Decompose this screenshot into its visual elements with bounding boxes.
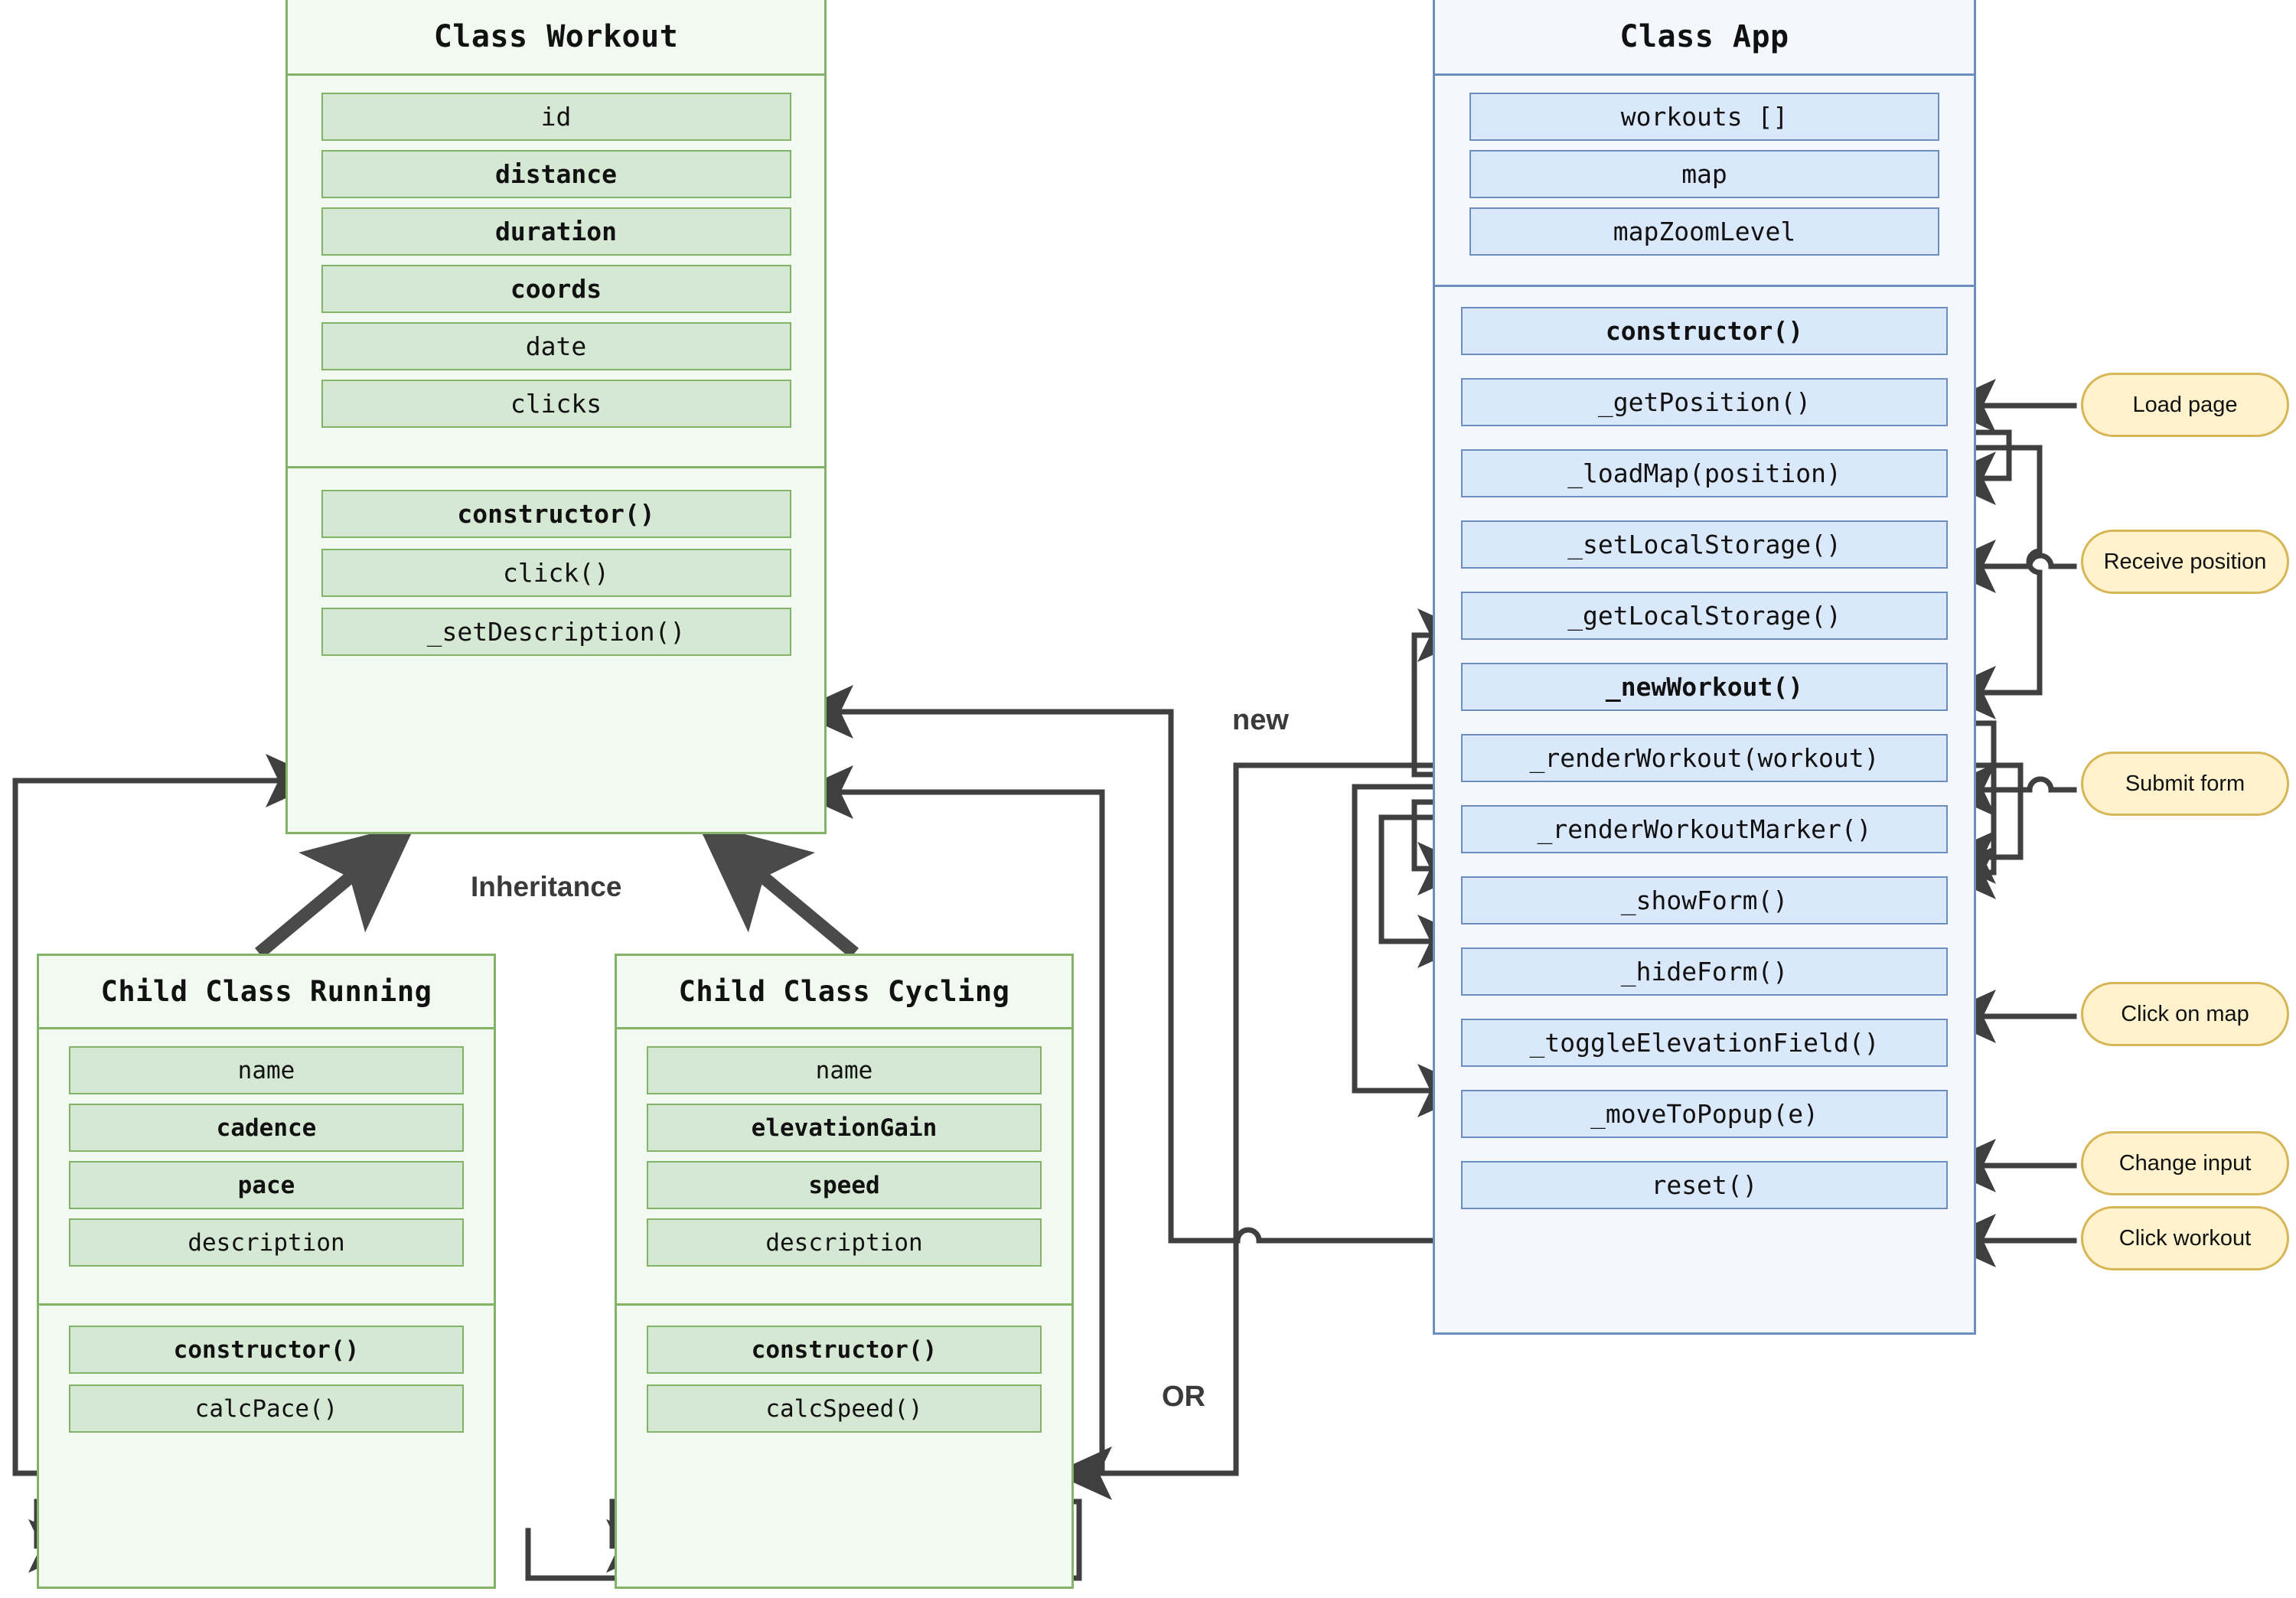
- diagram-canvas: Class Workout id distance duration coord…: [0, 0, 2296, 1598]
- class-cycling-properties: name elevationGain speed description: [617, 1029, 1071, 1283]
- method-app-reset: reset(): [1461, 1161, 1948, 1209]
- method-running-calcpace: calcPace(): [69, 1384, 464, 1433]
- member-app-map: map: [1469, 150, 1939, 198]
- method-app-setlocalstorage: _setLocalStorage(): [1461, 520, 1948, 569]
- member-duration: duration: [321, 207, 791, 256]
- method-app-getposition: _getPosition(): [1461, 378, 1948, 426]
- method-app-getlocalstorage: _getLocalStorage(): [1461, 592, 1948, 640]
- wire-new-cycling-constructor: [1053, 762, 1476, 1500]
- method-app-hideform: _hideForm(): [1461, 947, 1948, 996]
- class-app-methods: constructor() _getPosition() _loadMap(po…: [1435, 285, 1974, 1226]
- member-cycling-name: name: [647, 1046, 1042, 1094]
- member-cycling-description: description: [647, 1218, 1042, 1267]
- class-app-title: Class App: [1435, 0, 1974, 76]
- member-cycling-speed: speed: [647, 1161, 1042, 1209]
- event-receive-position[interactable]: Receive position: [2081, 530, 2289, 594]
- member-app-workouts: workouts []: [1469, 93, 1939, 141]
- member-app-mapzoomlevel: mapZoomLevel: [1469, 207, 1939, 256]
- class-app-properties: workouts [] map mapZoomLevel: [1435, 76, 1974, 269]
- label-inheritance: Inheritance: [471, 871, 622, 902]
- member-cycling-elevationgain: elevationGain: [647, 1104, 1042, 1152]
- event-click-workout[interactable]: Click workout: [2081, 1206, 2289, 1270]
- method-app-movetopopup: _moveToPopup(e): [1461, 1090, 1948, 1138]
- label-new: new: [1232, 704, 1289, 736]
- class-cycling-box: Child Class Cycling name elevationGain s…: [615, 954, 1074, 1589]
- method-workout-constructor: constructor(): [321, 490, 791, 538]
- class-cycling-methods: constructor() calcSpeed(): [617, 1303, 1071, 1450]
- member-running-pace: pace: [69, 1161, 464, 1209]
- label-or: OR: [1162, 1381, 1205, 1413]
- member-running-name: name: [69, 1046, 464, 1094]
- class-workout-methods: constructor() click() _setDescription(): [288, 466, 824, 673]
- inheritance-arrow-cycling: [696, 821, 859, 958]
- method-app-constructor: constructor(): [1461, 307, 1948, 355]
- method-app-toggleelevationfield: _toggleElevationField(): [1461, 1019, 1948, 1067]
- method-app-renderworkout: _renderWorkout(workout): [1461, 734, 1948, 782]
- class-running-methods: constructor() calcPace(): [39, 1303, 494, 1450]
- class-workout-title: Class Workout: [288, 0, 824, 76]
- class-app-box: Class App workouts [] map mapZoomLevel c…: [1433, 0, 1976, 1335]
- method-workout-click: click(): [321, 549, 791, 597]
- event-submit-form[interactable]: Submit form: [2081, 752, 2289, 816]
- method-cycling-calcspeed: calcSpeed(): [647, 1384, 1042, 1433]
- event-click-on-map[interactable]: Click on map: [2081, 982, 2289, 1046]
- method-app-showform: _showForm(): [1461, 876, 1948, 925]
- method-workout-setdescription: _setDescription(): [321, 608, 791, 656]
- class-cycling-title: Child Class Cycling: [617, 956, 1071, 1029]
- member-running-cadence: cadence: [69, 1104, 464, 1152]
- class-running-title: Child Class Running: [39, 956, 494, 1029]
- member-distance: distance: [321, 150, 791, 198]
- class-running-box: Child Class Running name cadence pace de…: [37, 954, 496, 1589]
- member-clicks: clicks: [321, 380, 791, 428]
- class-running-properties: name cadence pace description: [39, 1029, 494, 1283]
- method-app-newworkout: _newWorkout(): [1461, 663, 1948, 711]
- member-date: date: [321, 322, 791, 370]
- class-workout-box: Class Workout id distance duration coord…: [285, 0, 827, 834]
- event-load-page[interactable]: Load page: [2081, 373, 2289, 437]
- method-app-renderworkoutmarker: _renderWorkoutMarker(): [1461, 805, 1948, 853]
- method-app-loadmap: _loadMap(position): [1461, 449, 1948, 497]
- class-workout-properties: id distance duration coords date clicks: [288, 76, 824, 445]
- event-change-input[interactable]: Change input: [2081, 1131, 2289, 1195]
- member-id: id: [321, 93, 791, 141]
- method-cycling-constructor: constructor(): [647, 1326, 1042, 1374]
- member-running-description: description: [69, 1218, 464, 1267]
- method-running-constructor: constructor(): [69, 1326, 464, 1374]
- member-coords: coords: [321, 265, 791, 313]
- inheritance-arrow-running: [255, 821, 417, 958]
